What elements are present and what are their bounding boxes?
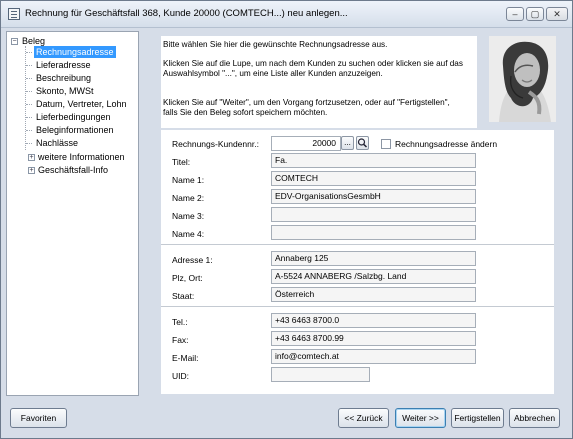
navigation-tree: − Beleg Rechnungsadresse Lieferadresse B… (6, 31, 139, 396)
email-field[interactable]: info@comtech.at (271, 349, 476, 364)
name2-field[interactable]: EDV-OrganisationsGesmbH (271, 189, 476, 204)
name2-label: Name 2: (172, 193, 205, 203)
uid-label: UID: (172, 371, 189, 381)
name4-field[interactable] (271, 225, 476, 240)
fax-field[interactable]: +43 6463 8700.99 (271, 331, 476, 346)
name1-field[interactable]: COMTECH (271, 171, 476, 186)
zip-city-label: Plz, Ort: (172, 273, 203, 283)
info-line: falls Sie den Beleg sofort speichern möc… (163, 108, 328, 117)
magnifier-icon (357, 138, 368, 148)
tree-item-lieferadresse[interactable]: Lieferadresse (36, 59, 91, 71)
tree-item-nachlaesse[interactable]: Nachlässe (36, 137, 78, 149)
titel-label: Titel: (172, 157, 191, 167)
tree-item-datum[interactable]: Datum, Vertreter, Lohn (36, 98, 127, 110)
customer-number-field[interactable]: 20000 (271, 136, 341, 151)
finish-button[interactable]: Fertigstellen (451, 408, 504, 428)
address1-label: Adresse 1: (172, 255, 213, 265)
cancel-button[interactable]: Abbrechen (509, 408, 560, 428)
uid-field[interactable] (271, 367, 370, 382)
info-line: Auswahlsymbol "...", um eine Liste aller… (163, 69, 383, 78)
customer-service-photo (489, 36, 556, 122)
info-line: Bitte wählen Sie hier die gewünschte Rec… (163, 40, 388, 49)
customer-number-label: Rechnungs-Kundennr.: (172, 139, 259, 149)
country-field[interactable]: Österreich (271, 287, 476, 302)
phone-field[interactable]: +43 6463 8700.0 (271, 313, 476, 328)
phone-label: Tel.: (172, 317, 188, 327)
favorites-button[interactable]: Favoriten (10, 408, 67, 428)
info-line: Klicken Sie auf "Weiter", um den Vorgang… (163, 98, 450, 107)
name4-label: Name 4: (172, 229, 205, 239)
name3-label: Name 3: (172, 211, 205, 221)
close-button[interactable]: ✕ (546, 7, 568, 21)
titel-field[interactable]: Fa. (271, 153, 476, 168)
zip-city-field[interactable]: A-5524 ANNABERG /Salzbg. Land (271, 269, 476, 284)
tree-item-skonto[interactable]: Skonto, MWSt (36, 85, 94, 97)
search-button[interactable] (356, 136, 369, 150)
browse-button[interactable]: ... (341, 136, 354, 150)
change-address-checkbox[interactable] (381, 139, 391, 149)
section-divider (161, 244, 554, 245)
tree-item-weitere-informationen[interactable]: weitere Informationen (38, 151, 125, 163)
fax-label: Fax: (172, 335, 189, 345)
tree-item-geschaeftsfall-info[interactable]: Geschäftsfall-Info (38, 164, 108, 176)
splitter[interactable] (139, 31, 151, 396)
back-button[interactable]: << Zurück (338, 408, 389, 428)
info-line: Klicken Sie auf die Lupe, um nach dem Ku… (163, 59, 463, 68)
title-bar: Rechnung für Geschäftsfall 368, Kunde 20… (1, 1, 572, 28)
section-divider (161, 306, 554, 307)
tree-collapse-icon[interactable]: − (11, 38, 18, 45)
tree-item-beleginformationen[interactable]: Beleginformationen (36, 124, 114, 136)
tree-expand-icon[interactable]: + (28, 167, 35, 174)
tree-item-lieferbedingungen[interactable]: Lieferbedingungen (36, 111, 111, 123)
name1-label: Name 1: (172, 175, 205, 185)
window-list-icon (8, 8, 20, 20)
maximize-button[interactable]: ▢ (526, 7, 544, 21)
tree-item-beschreibung[interactable]: Beschreibung (36, 72, 91, 84)
change-address-label: Rechnungsadresse ändern (395, 139, 498, 149)
info-box: Bitte wählen Sie hier die gewünschte Rec… (161, 36, 477, 128)
name3-field[interactable] (271, 207, 476, 222)
tree-expand-icon[interactable]: + (28, 154, 35, 161)
window-title: Rechnung für Geschäftsfall 368, Kunde 20… (25, 8, 348, 19)
tree-item-rechnungsadresse[interactable]: Rechnungsadresse (34, 46, 116, 58)
next-button[interactable]: Weiter >> (395, 408, 446, 428)
country-label: Staat: (172, 291, 195, 301)
email-label: E-Mail: (172, 353, 199, 363)
address1-field[interactable]: Annaberg 125 (271, 251, 476, 266)
minimize-button[interactable]: – (506, 7, 524, 21)
